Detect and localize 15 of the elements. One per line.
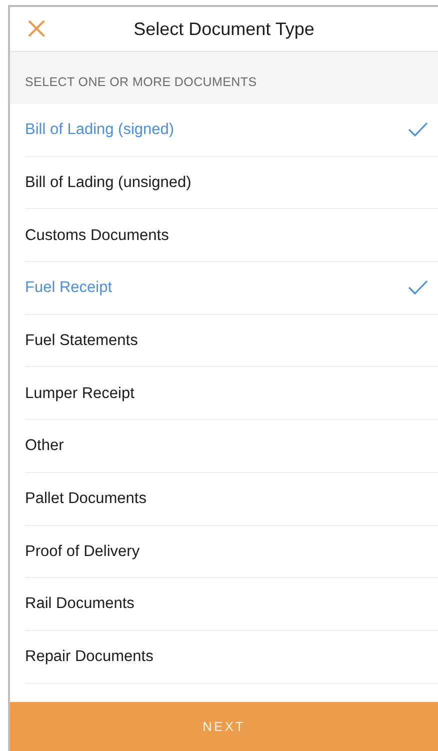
- checkmark-icon: [408, 122, 428, 138]
- document-option[interactable]: Lumper Receipt: [25, 367, 438, 420]
- document-option[interactable]: Fuel Statements: [25, 314, 438, 368]
- checkmark-icon: [408, 280, 428, 296]
- document-option[interactable]: Bill of Lading (unsigned): [25, 156, 438, 210]
- document-option[interactable]: Repair Documents: [25, 630, 438, 684]
- document-option[interactable]: Pallet Documents: [25, 472, 438, 526]
- document-option[interactable]: Customs Documents: [25, 209, 438, 262]
- section-label: SELECT ONE OR MORE DOCUMENTS: [25, 74, 257, 92]
- screen-title: Select Document Type: [134, 18, 314, 41]
- close-icon: [28, 20, 45, 37]
- close-button[interactable]: [28, 20, 45, 37]
- document-option[interactable]: Proof of Delivery: [25, 526, 438, 578]
- document-option[interactable]: Other: [25, 420, 438, 473]
- document-option[interactable]: Rail Documents: [25, 578, 438, 631]
